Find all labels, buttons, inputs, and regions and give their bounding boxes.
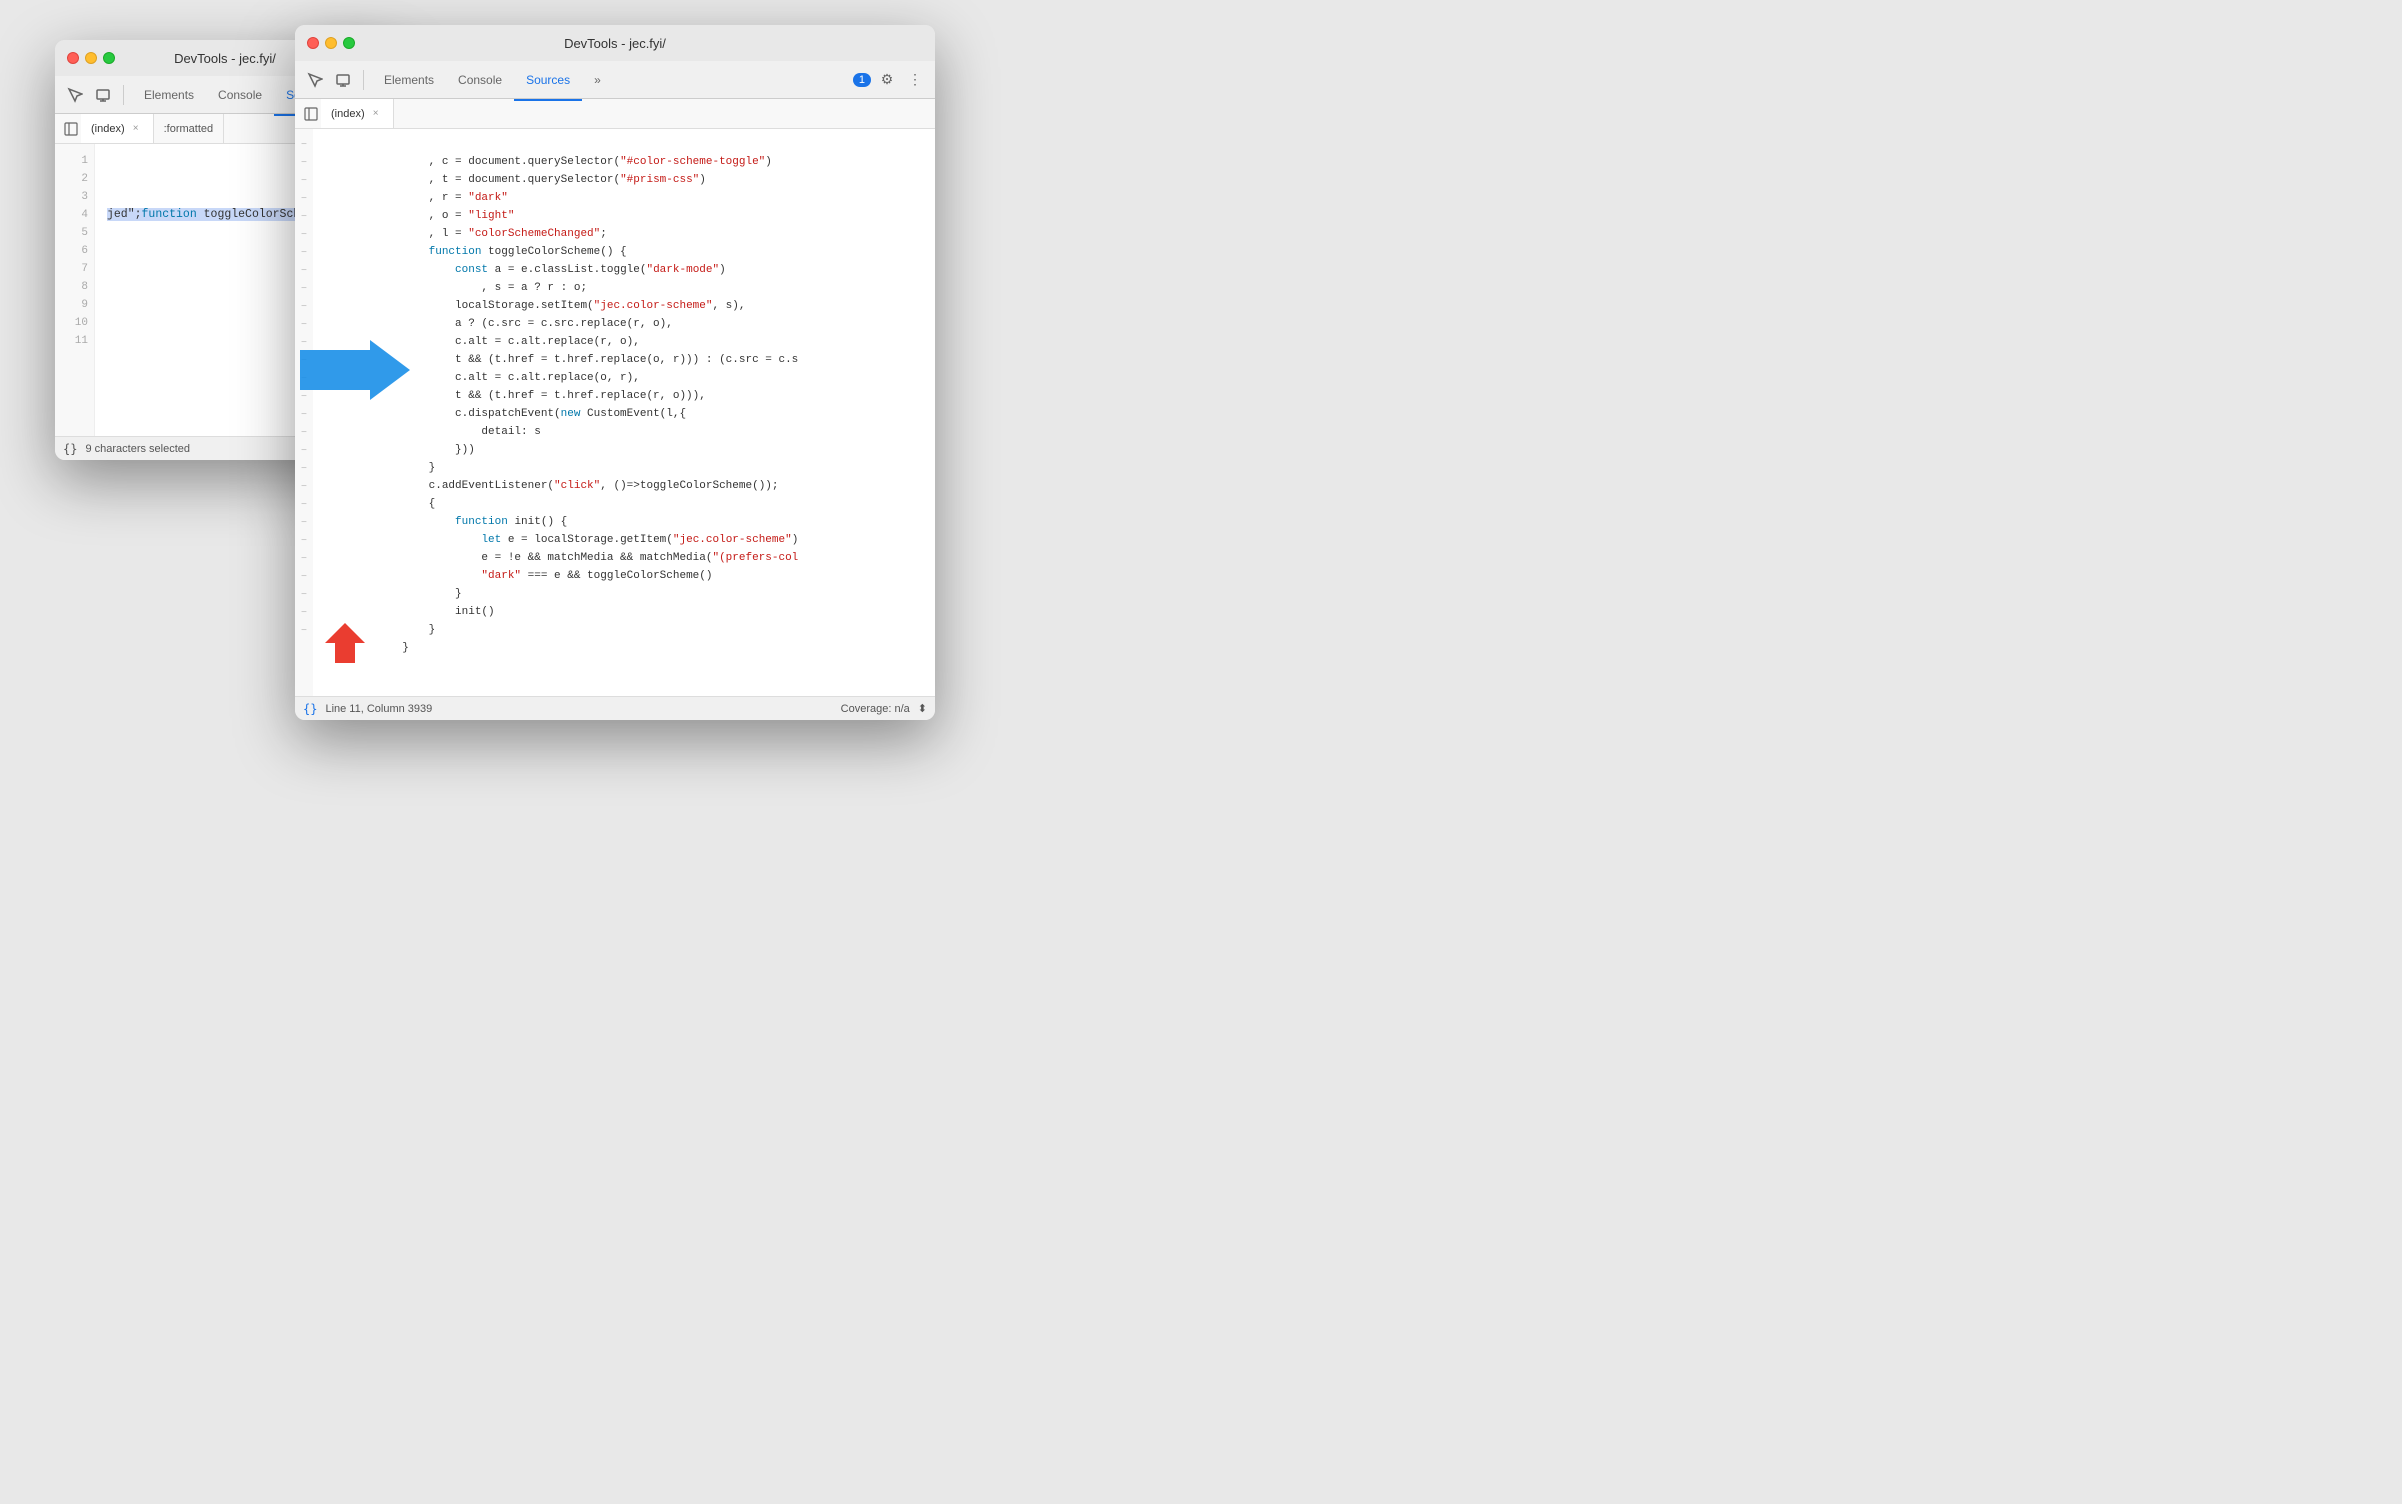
- coverage-label-2: Coverage: n/a: [841, 703, 910, 715]
- traffic-lights-1: [67, 52, 115, 64]
- settings-icon[interactable]: ⚙: [875, 68, 899, 92]
- file-tab-label-index: (index): [91, 123, 125, 135]
- line-numbers-1: 1 2 3 4 5 6 7 8 9 10 11: [55, 144, 95, 436]
- file-tab-index-2[interactable]: (index) ×: [321, 99, 394, 128]
- file-tab-index-1[interactable]: (index) ×: [81, 114, 154, 143]
- line-num: 3: [61, 188, 88, 206]
- tab-console-1[interactable]: Console: [206, 82, 274, 108]
- file-tabs-2: (index) ×: [295, 99, 935, 129]
- breakpoint-column: − − − − − − − − − − − − − − − − − − − − …: [295, 129, 313, 696]
- tab-more-2[interactable]: »: [582, 67, 613, 93]
- line-num: 11: [61, 332, 88, 350]
- code-area-2: − − − − − − − − − − − − − − − − − − − − …: [295, 129, 935, 696]
- status-text-1: 9 characters selected: [85, 443, 190, 455]
- line-num: 7: [61, 260, 88, 278]
- minimize-button-1[interactable]: [85, 52, 97, 64]
- toolbar-separator-2: [363, 70, 364, 90]
- status-bar-2: {} Line 11, Column 3939 Coverage: n/a ⬍: [295, 696, 935, 720]
- line-num: 5: [61, 224, 88, 242]
- titlebar-2: DevTools - jec.fyi/: [295, 25, 935, 61]
- toolbar-2: Elements Console Sources » 1 ⚙ ⋮: [295, 61, 935, 99]
- line-num: 4: [61, 206, 88, 224]
- maximize-button-2[interactable]: [343, 37, 355, 49]
- red-arrow: [325, 623, 365, 668]
- inspect-icon-2[interactable]: [303, 68, 327, 92]
- blue-arrow: [300, 340, 410, 405]
- format-button-2[interactable]: {}: [303, 702, 317, 716]
- notification-badge: 1: [853, 73, 871, 87]
- scroll-icon-2: ⬍: [918, 702, 927, 715]
- tab-console-2[interactable]: Console: [446, 67, 514, 93]
- device-icon[interactable]: [91, 83, 115, 107]
- status-bar-right-2: Coverage: n/a ⬍: [841, 702, 927, 715]
- status-text-2: Line 11, Column 3939: [325, 703, 432, 715]
- format-button-1[interactable]: {}: [63, 442, 77, 456]
- line-num: 10: [61, 314, 88, 332]
- tab-sources-2[interactable]: Sources: [514, 67, 582, 93]
- file-tab-formatted-1[interactable]: :formatted: [154, 114, 225, 143]
- close-button-1[interactable]: [67, 52, 79, 64]
- file-tab-label-index-2: (index): [331, 108, 365, 120]
- file-tab-close-index[interactable]: ×: [129, 122, 143, 136]
- toolbar-right-2: 1 ⚙ ⋮: [853, 68, 927, 92]
- code-content-2[interactable]: , c = document.querySelector("#color-sch…: [313, 129, 935, 696]
- traffic-lights-2: [307, 37, 355, 49]
- window-title-2: DevTools - jec.fyi/: [564, 36, 666, 51]
- file-tab-close-index-2[interactable]: ×: [369, 107, 383, 121]
- tab-bar-2: Elements Console Sources »: [372, 67, 849, 93]
- line-num: 8: [61, 278, 88, 296]
- panel-toggle-1[interactable]: [61, 119, 81, 139]
- minimize-button-2[interactable]: [325, 37, 337, 49]
- tab-elements-2[interactable]: Elements: [372, 67, 446, 93]
- line-num: 2: [61, 170, 88, 188]
- more-icon[interactable]: ⋮: [903, 68, 927, 92]
- tab-elements-1[interactable]: Elements: [132, 82, 206, 108]
- line-num: 1: [61, 152, 88, 170]
- close-button-2[interactable]: [307, 37, 319, 49]
- file-tab-label-formatted: :formatted: [164, 123, 214, 135]
- window-title-1: DevTools - jec.fyi/: [174, 51, 276, 66]
- maximize-button-1[interactable]: [103, 52, 115, 64]
- panel-toggle-2[interactable]: [301, 104, 321, 124]
- device-icon-2[interactable]: [331, 68, 355, 92]
- line-num: 9: [61, 296, 88, 314]
- inspect-icon[interactable]: [63, 83, 87, 107]
- line-num: 6: [61, 242, 88, 260]
- toolbar-separator: [123, 85, 124, 105]
